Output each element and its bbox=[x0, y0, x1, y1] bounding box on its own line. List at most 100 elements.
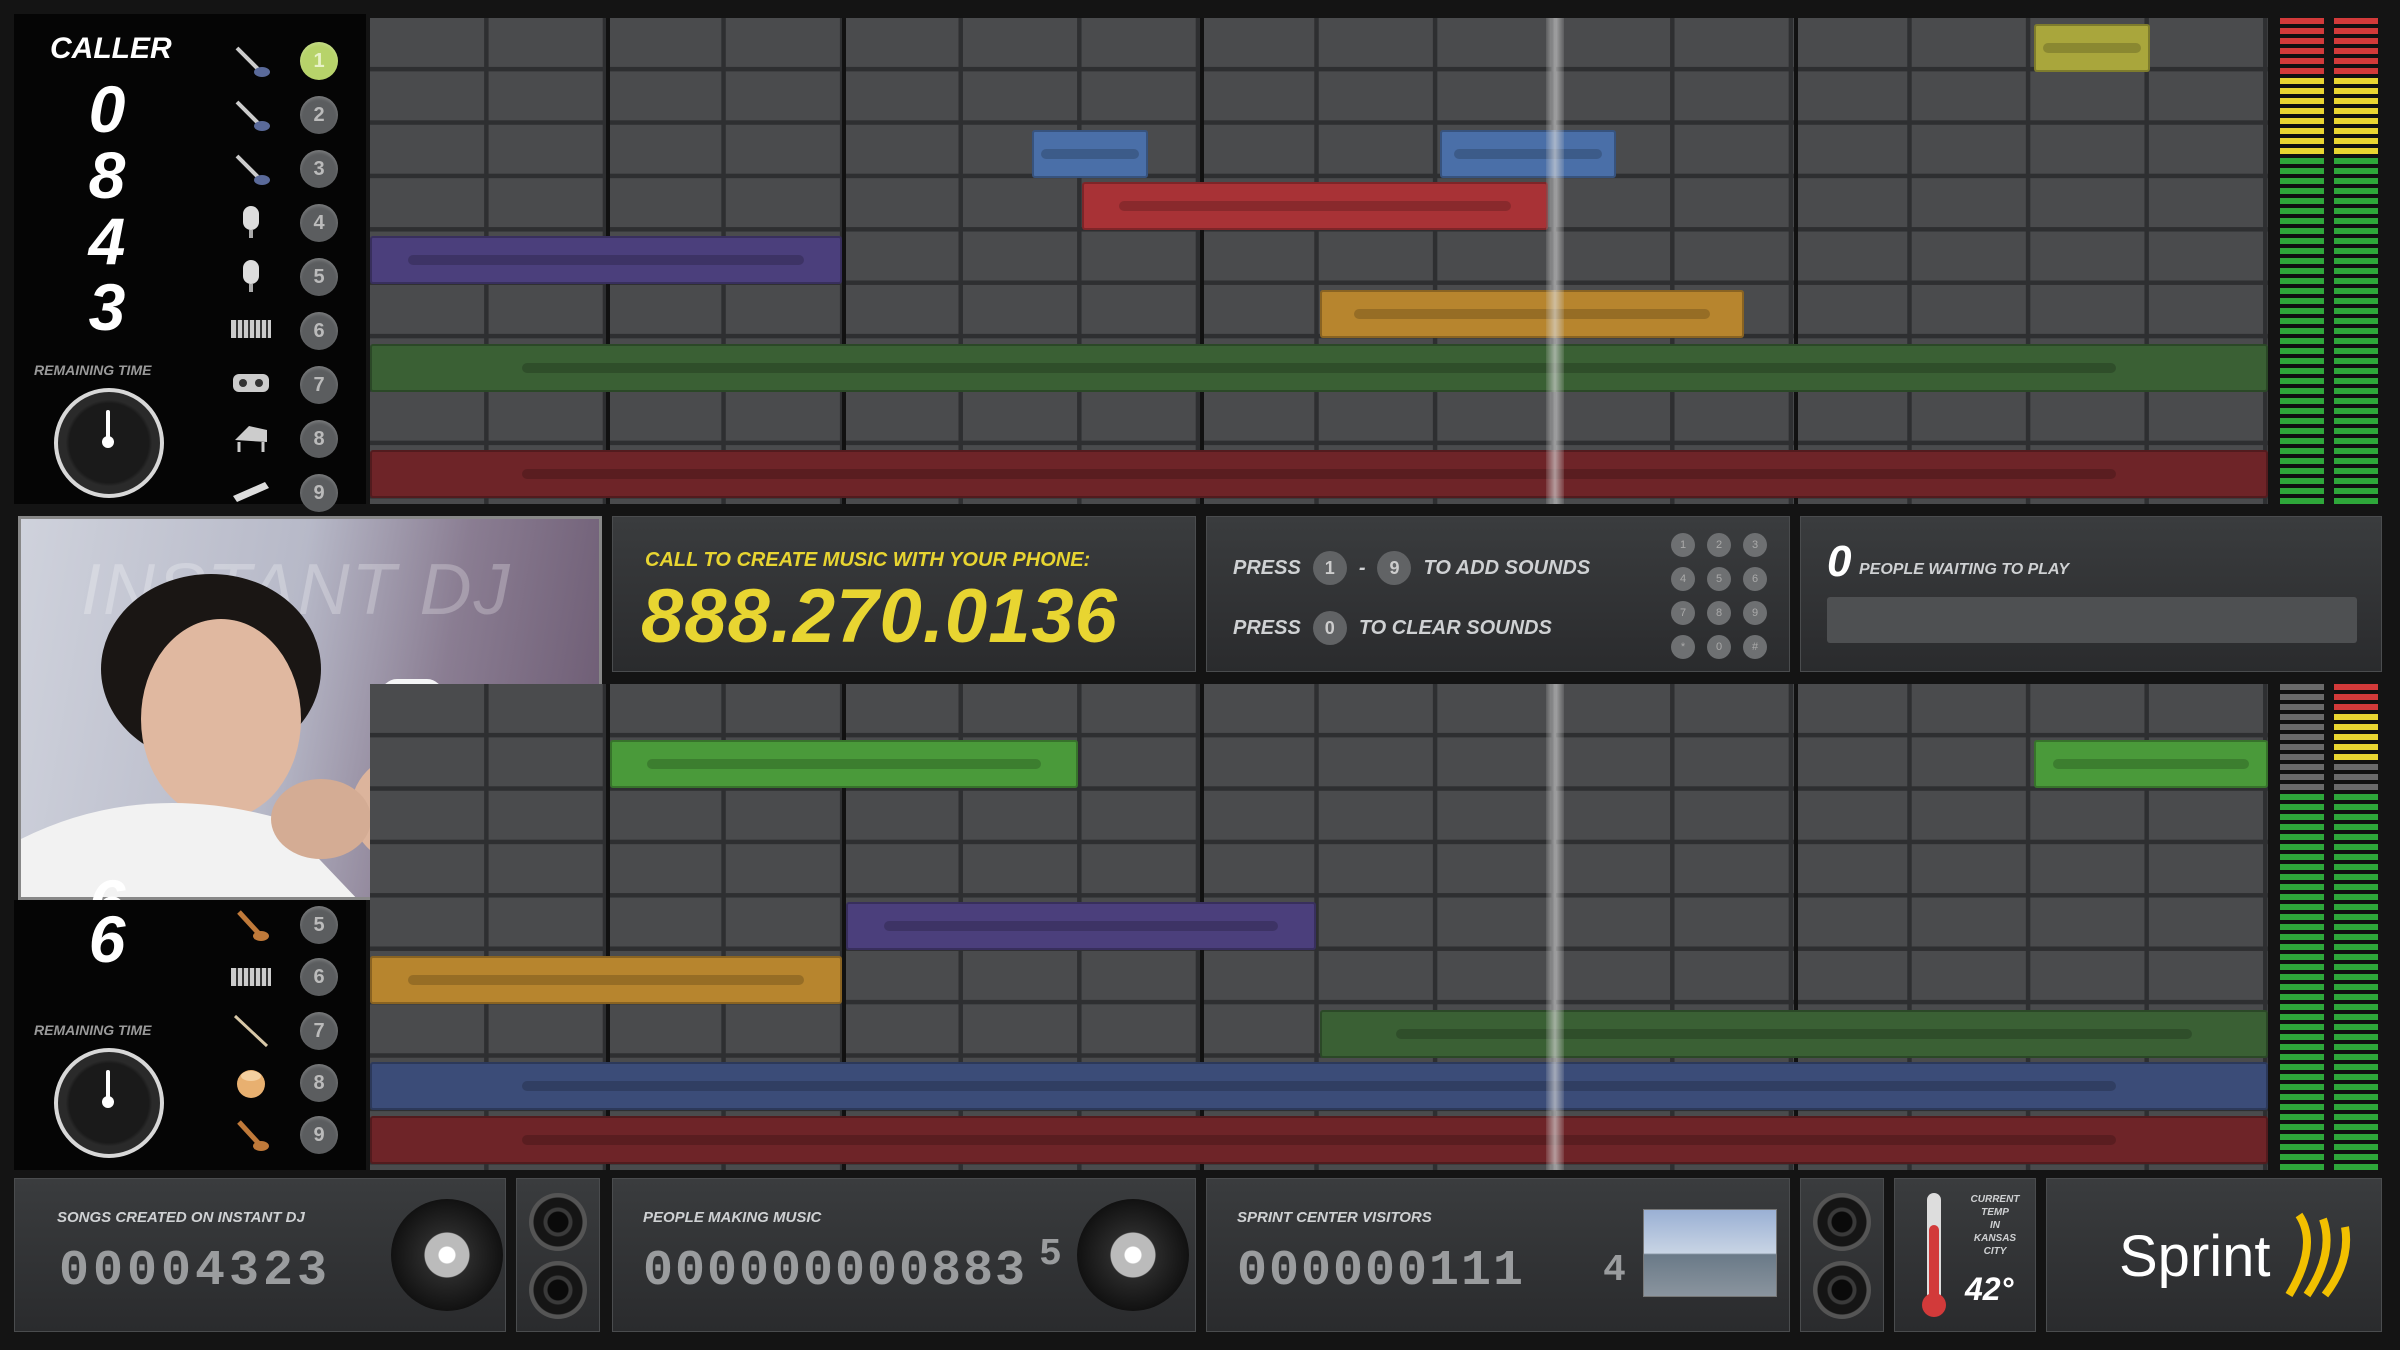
call-title: CALL TO CREATE MUSIC WITH YOUR PHONE: bbox=[645, 549, 1091, 571]
sprint-logo-icon bbox=[2285, 1212, 2351, 1298]
violin-icon bbox=[229, 44, 273, 78]
queue-progress-bar bbox=[1827, 597, 2357, 643]
slot-5[interactable]: 5 bbox=[300, 258, 338, 296]
sprint-center-visitors-panel: SPRINT CENTER VISITORS 000000111 4 bbox=[1206, 1178, 1790, 1332]
slot-2[interactable]: 2 bbox=[300, 96, 338, 134]
clear-sounds-text: TO CLEAR SOUNDS bbox=[1358, 616, 1552, 639]
sound-clip[interactable] bbox=[370, 1062, 2268, 1110]
slot-6[interactable]: 6 bbox=[300, 958, 338, 996]
call-number: 888.270.0136 bbox=[641, 574, 1118, 659]
speaker-panel bbox=[1800, 1178, 1884, 1332]
temperature-panel: CURRENT TEMP IN KANSAS CITY 42° bbox=[1894, 1178, 2036, 1332]
sound-clip[interactable] bbox=[370, 344, 2268, 392]
drumstick-icon bbox=[229, 1014, 273, 1048]
songs-created-counter: 00004323 bbox=[59, 1243, 332, 1300]
microphone-icon bbox=[229, 204, 273, 238]
sprint-center-visitors-label: SPRINT CENTER VISITORS bbox=[1237, 1209, 1432, 1226]
arena-photo bbox=[1643, 1209, 1777, 1297]
caller-digit: 4 bbox=[88, 204, 126, 278]
vu-meter-left bbox=[2280, 684, 2324, 1170]
violin-icon bbox=[229, 1118, 273, 1152]
sound-clip[interactable] bbox=[370, 450, 2268, 498]
slot-1[interactable]: 1 bbox=[300, 42, 338, 80]
speaker-icon bbox=[529, 1193, 587, 1251]
slot-7[interactable]: 7 bbox=[300, 366, 338, 404]
sound-clip[interactable] bbox=[1440, 130, 1616, 178]
slot-7[interactable]: 7 bbox=[300, 1012, 338, 1050]
vinyl-record-icon bbox=[391, 1199, 503, 1311]
remaining-time-clock bbox=[54, 388, 164, 498]
slot-4[interactable]: 4 bbox=[300, 204, 338, 242]
keypad-key: * bbox=[1671, 635, 1695, 659]
vu-meter-right bbox=[2334, 18, 2378, 504]
microphone-icon bbox=[229, 258, 273, 292]
sound-clip[interactable] bbox=[2034, 740, 2268, 788]
keypad-key: 7 bbox=[1671, 601, 1695, 625]
caller-digit: 6 bbox=[62, 870, 152, 900]
sound-clip[interactable] bbox=[370, 1116, 2268, 1164]
sound-clip[interactable] bbox=[1082, 182, 1548, 230]
slot-6[interactable]: 6 bbox=[300, 312, 338, 350]
vinyl-record-icon bbox=[1077, 1199, 1189, 1311]
instructions-panel: PRESS 1 - 9 TO ADD SOUNDS PRESS 0 TO CLE… bbox=[1206, 516, 1790, 672]
queue-count: 0 bbox=[1827, 537, 1852, 586]
keypad-key: 8 bbox=[1707, 601, 1731, 625]
people-making-music-counter: 000000000883 bbox=[643, 1243, 1028, 1300]
caller-digit: 6 bbox=[88, 902, 126, 976]
people-making-music-roll: 5 bbox=[1039, 1233, 1066, 1276]
sound-clip[interactable] bbox=[1320, 1010, 2268, 1058]
remaining-time-label: REMAINING TIME bbox=[34, 362, 152, 378]
press-label: PRESS bbox=[1233, 616, 1301, 639]
sprint-logo-panel: Sprint bbox=[2046, 1178, 2382, 1332]
temp-value: 42° bbox=[1965, 1271, 2014, 1307]
keypad-key: 9 bbox=[1743, 601, 1767, 625]
sound-clip[interactable] bbox=[2034, 24, 2150, 72]
sound-clip[interactable] bbox=[1320, 290, 1744, 338]
keyboard-icon bbox=[229, 312, 273, 346]
violin-icon bbox=[229, 908, 273, 942]
call-panel: CALL TO CREATE MUSIC WITH YOUR PHONE: 88… bbox=[612, 516, 1196, 672]
caller-digit: 8 bbox=[88, 138, 126, 212]
speaker-icon bbox=[529, 1261, 587, 1319]
sound-clip[interactable] bbox=[370, 956, 842, 1004]
remaining-time-label: REMAINING TIME bbox=[34, 1022, 152, 1038]
slot-8[interactable]: 8 bbox=[300, 1064, 338, 1102]
songs-created-label: SONGS CREATED ON INSTANT DJ bbox=[57, 1209, 305, 1226]
playhead bbox=[1546, 684, 1564, 1170]
keypad-key: 2 bbox=[1707, 533, 1731, 557]
keypad-key: # bbox=[1743, 635, 1767, 659]
slot-9[interactable]: 9 bbox=[300, 1116, 338, 1154]
sprint-center-visitors-roll: 4 bbox=[1603, 1249, 1630, 1292]
top-sequencer-grid[interactable] bbox=[370, 18, 2268, 504]
playhead bbox=[1546, 18, 1564, 504]
speaker-icon bbox=[1813, 1261, 1871, 1319]
vu-meter-left bbox=[2280, 18, 2324, 504]
people-making-music-label: PEOPLE MAKING MUSIC bbox=[643, 1209, 822, 1226]
bottom-caller-panel: 6 6 REMAINING TIME 5 6 7 8 9 bbox=[14, 870, 366, 1170]
bottom-sequencer-grid[interactable] bbox=[370, 684, 2268, 1170]
slot-8[interactable]: 8 bbox=[300, 420, 338, 458]
slot-9[interactable]: 9 bbox=[300, 474, 338, 512]
people-making-music-panel: PEOPLE MAKING MUSIC 000000000883 5 bbox=[612, 1178, 1196, 1332]
sound-clip[interactable] bbox=[1032, 130, 1148, 178]
sound-clip[interactable] bbox=[370, 236, 842, 284]
keypad-key: 4 bbox=[1671, 567, 1695, 591]
caller-digit: 3 bbox=[88, 270, 126, 344]
sound-clip[interactable] bbox=[846, 902, 1316, 950]
synth-icon bbox=[229, 366, 273, 400]
slot-3[interactable]: 3 bbox=[300, 150, 338, 188]
sound-clip[interactable] bbox=[610, 740, 1078, 788]
keypad-key: 0 bbox=[1707, 635, 1731, 659]
piano-icon bbox=[229, 420, 273, 454]
queue-label: PEOPLE WAITING TO PLAY bbox=[1859, 561, 2070, 578]
violin-icon bbox=[229, 152, 273, 186]
keytar-icon bbox=[229, 474, 273, 508]
dash: - bbox=[1358, 556, 1366, 579]
key-1: 1 bbox=[1312, 551, 1347, 585]
key-0: 0 bbox=[1312, 611, 1347, 645]
remaining-time-clock bbox=[54, 1048, 164, 1158]
keypad-key: 6 bbox=[1743, 567, 1767, 591]
slot-5[interactable]: 5 bbox=[300, 906, 338, 944]
sprint-logo-text: Sprint bbox=[2119, 1224, 2271, 1289]
violin-icon bbox=[229, 98, 273, 132]
